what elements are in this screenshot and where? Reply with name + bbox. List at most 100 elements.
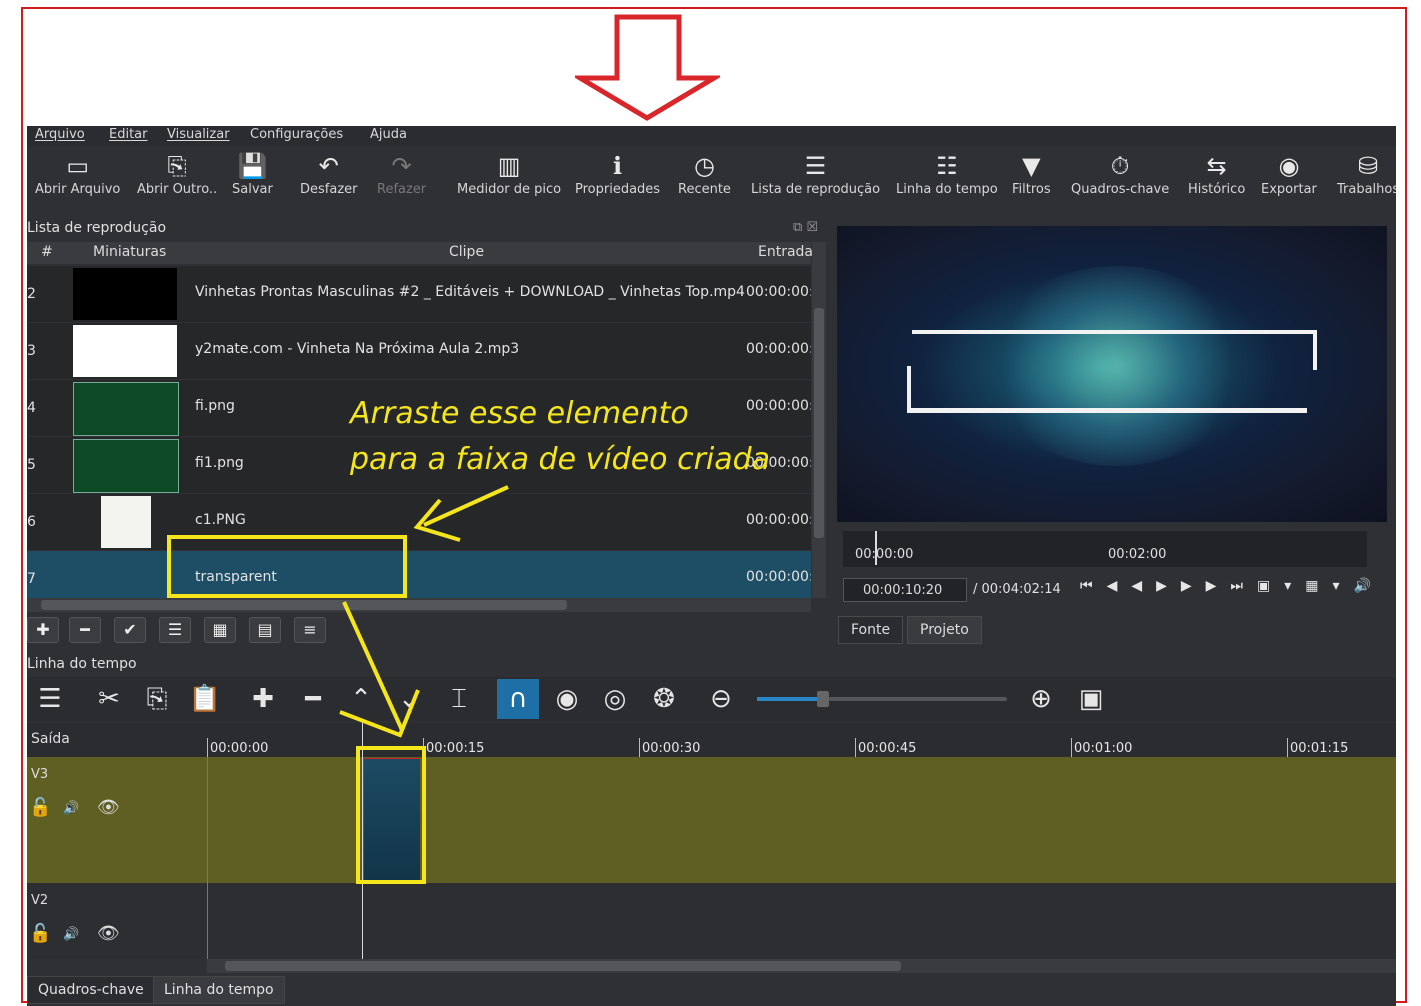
- details-view-button[interactable]: ☰: [159, 617, 191, 643]
- tiles-view-button[interactable]: ▦: [204, 617, 236, 643]
- clip-name: fi1.png: [195, 455, 244, 471]
- lift-icon[interactable]: ⌃: [341, 679, 381, 719]
- col-clip[interactable]: Clipe: [449, 244, 484, 260]
- overwrite-icon[interactable]: ⌄: [389, 679, 429, 719]
- clip-name: Vinhetas Prontas Masculinas #2 _ Editáve…: [195, 284, 745, 300]
- toolbar-filter-button[interactable]: ▼ Filtros: [1012, 150, 1051, 208]
- clip-in-point: 00:00:00:00: [746, 398, 811, 414]
- main-toolbar: ▭ Abrir Arquivo ⎘ Abrir Outro.. 💾 Salvar ↶ Desf…: [27, 146, 1396, 210]
- copy-icon[interactable]: ⎘: [137, 679, 177, 719]
- playlist-row[interactable]: 6 c1.PNG 00:00:00:00: [27, 494, 811, 550]
- menu-editar[interactable]: Editar: [109, 127, 148, 142]
- transport-controls[interactable]: ⏮◀◀▶▶▶⏭▣▾▦▾🔊: [1080, 578, 1385, 594]
- toolbar-label: Filtros: [1012, 182, 1051, 197]
- col-num[interactable]: #: [41, 244, 53, 260]
- position-field[interactable]: 00:00:10:20: [843, 578, 967, 602]
- menu-configuracoes[interactable]: Configurações: [250, 127, 343, 142]
- timeline-menu-icon[interactable]: ☰: [30, 679, 70, 719]
- toolbar-jobs-button[interactable]: ⛁ Trabalhos: [1337, 150, 1396, 208]
- player-ruler[interactable]: 00:00:00 00:02:00: [843, 531, 1367, 567]
- append-icon[interactable]: ✚: [243, 679, 283, 719]
- menu-arquivo[interactable]: Arquivo: [35, 127, 85, 142]
- zoom-in-icon[interactable]: ⊕: [1021, 679, 1061, 719]
- row-number: 5: [27, 457, 36, 473]
- zoom-out-icon[interactable]: ⊖: [701, 679, 741, 719]
- highlight-timeline-clip: [356, 746, 426, 884]
- toolbar-save-button[interactable]: 💾 Salvar: [232, 150, 273, 208]
- callout-line-1: Arraste esse elemento: [350, 396, 689, 431]
- track-v3[interactable]: V3 🔓 🔊 👁: [27, 757, 1396, 883]
- toolbar-stopwatch-button[interactable]: ⏱ Quadros-chave: [1071, 150, 1169, 208]
- cut-icon[interactable]: ✂: [89, 679, 129, 719]
- toolbar-list-button[interactable]: ☰ Lista de reprodução: [751, 150, 880, 208]
- zoom-slider[interactable]: [757, 691, 1007, 707]
- toolbar-clock-button[interactable]: ◷ Recente: [678, 150, 731, 208]
- list-icon: ☰: [804, 152, 827, 180]
- ruler-45: 00:00:45: [855, 738, 916, 758]
- toolbar-undo-button[interactable]: ↶ Desfazer: [300, 150, 358, 208]
- player-ruler-mark: 00:02:00: [1108, 547, 1167, 562]
- split-icon[interactable]: ⌶: [439, 679, 479, 719]
- remove-icon[interactable]: ━: [293, 679, 333, 719]
- toolbar-label: Medidor de pico: [457, 182, 562, 197]
- clip-in-point: 00:00:00:00: [746, 284, 811, 300]
- playlist-vscroll[interactable]: [812, 242, 826, 598]
- toolbar-label: Propriedades: [575, 182, 661, 197]
- toolbar-timeline-button[interactable]: ☷ Linha do tempo: [896, 150, 998, 208]
- toolbar-peak-meter-button[interactable]: ▥ Medidor de pico: [457, 150, 561, 208]
- toolbar-label: Salvar: [232, 182, 273, 197]
- playlist-menu-button[interactable]: ≡: [294, 617, 326, 643]
- tab-timeline[interactable]: Linha do tempo: [153, 976, 285, 1004]
- toolbar-label: Desfazer: [300, 182, 358, 197]
- tab-keyframes[interactable]: Quadros-chave: [27, 976, 155, 1004]
- clip-in-point: 00:00:00:00: [746, 569, 811, 585]
- paste-icon[interactable]: 📋: [185, 679, 225, 719]
- lock-icon[interactable]: 🔓: [29, 923, 51, 944]
- clip-thumbnail: [73, 325, 177, 377]
- timeline-icon: ☷: [936, 152, 958, 180]
- menu-visualizar[interactable]: Visualizar: [167, 127, 230, 142]
- row-number: 7: [27, 571, 36, 587]
- add-clip-button[interactable]: ✚: [27, 617, 59, 643]
- clip-in-point: 00:00:00:00: [746, 341, 811, 357]
- ruler-30: 00:00:30: [639, 738, 700, 758]
- remove-clip-button[interactable]: ━: [69, 617, 101, 643]
- playlist-header: # Miniaturas Clipe Entrada: [27, 242, 813, 264]
- toolbar-history-button[interactable]: ⇆ Histórico: [1188, 150, 1245, 208]
- track-v2[interactable]: V2 🔓 🔊 👁: [27, 883, 1396, 959]
- tab-fonte[interactable]: Fonte: [838, 616, 904, 644]
- eye-icon[interactable]: 👁: [97, 797, 120, 818]
- video-preview[interactable]: [837, 226, 1387, 522]
- toolbar-label: Trabalhos: [1337, 182, 1396, 197]
- ripple-icon[interactable]: ◎: [595, 679, 635, 719]
- playlist-row[interactable]: 3 y2mate.com - Vinheta Na Próxima Aula 2.…: [27, 323, 811, 379]
- tab-projeto[interactable]: Projeto: [907, 616, 982, 644]
- mute-icon[interactable]: 🔊: [63, 801, 79, 816]
- update-clip-button[interactable]: ✔: [114, 617, 146, 643]
- clip-in-point: 00:00:00:00: [746, 512, 811, 528]
- playlist-row[interactable]: 2 Vinhetas Prontas Masculinas #2 _ Editáv…: [27, 266, 811, 322]
- eye-icon[interactable]: 👁: [97, 923, 120, 944]
- scrub-icon[interactable]: ◉: [547, 679, 587, 719]
- toolbar-label: Linha do tempo: [896, 182, 998, 197]
- col-thumbnails[interactable]: Miniaturas: [93, 244, 166, 260]
- menu-ajuda[interactable]: Ajuda: [370, 127, 407, 142]
- timeline-hscroll[interactable]: [207, 959, 1396, 973]
- zoom-fit-icon[interactable]: ▣: [1071, 679, 1111, 719]
- mute-icon[interactable]: 🔊: [63, 927, 79, 942]
- toolbar-open-other-button[interactable]: ⎘ Abrir Outro..: [137, 150, 217, 208]
- toolbar-folder-button[interactable]: ▭ Abrir Arquivo: [35, 150, 120, 208]
- icons-view-button[interactable]: ▤: [249, 617, 281, 643]
- dock-close-icon[interactable]: ⧉ ☒: [793, 220, 818, 235]
- toolbar-redo-button[interactable]: ↷ Refazer: [377, 150, 426, 208]
- folder-icon: ▭: [66, 152, 90, 180]
- toolbar-info-button[interactable]: ℹ Propriedades: [575, 150, 660, 208]
- lock-icon[interactable]: 🔓: [29, 797, 51, 818]
- toolbar-label: Exportar: [1261, 182, 1317, 197]
- snap-magnet-icon[interactable]: ∩: [497, 679, 539, 719]
- ripple-all-icon[interactable]: ❂: [644, 679, 684, 719]
- playlist-hscroll[interactable]: [27, 598, 811, 612]
- clip-name: c1.PNG: [195, 512, 246, 528]
- col-in[interactable]: Entrada: [758, 244, 813, 260]
- toolbar-export-button[interactable]: ◉ Exportar: [1261, 150, 1317, 208]
